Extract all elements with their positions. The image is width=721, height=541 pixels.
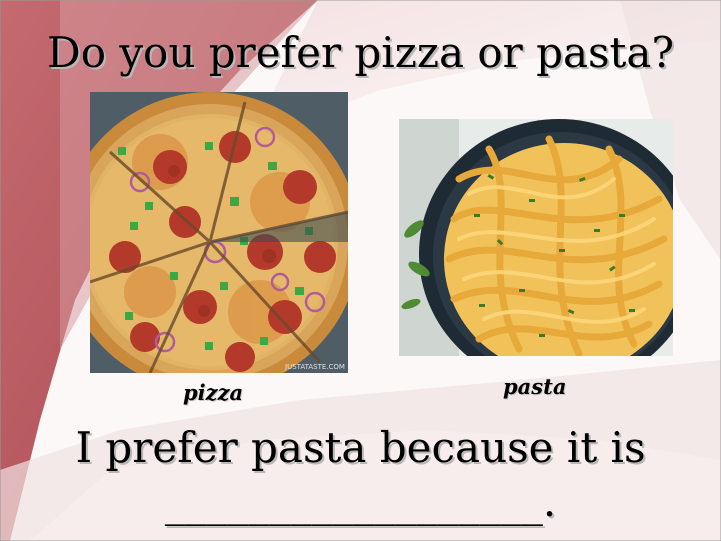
pizza-photo: JUSTATASTE.COM bbox=[90, 92, 348, 373]
pasta-caption: pasta bbox=[503, 374, 567, 399]
slide-title: Do you prefer pizza or pasta? bbox=[47, 28, 674, 77]
slide: Do you prefer pizza or pasta? JUSTATASTE… bbox=[0, 0, 721, 541]
svg-text:JUSTATASTE.COM: JUSTATASTE.COM bbox=[284, 363, 345, 371]
answer-prompt: I prefer pasta because it is bbox=[75, 423, 646, 472]
pasta-photo bbox=[399, 119, 673, 356]
pizza-caption: pizza bbox=[183, 380, 244, 405]
answer-blank: __________________. bbox=[164, 477, 557, 526]
